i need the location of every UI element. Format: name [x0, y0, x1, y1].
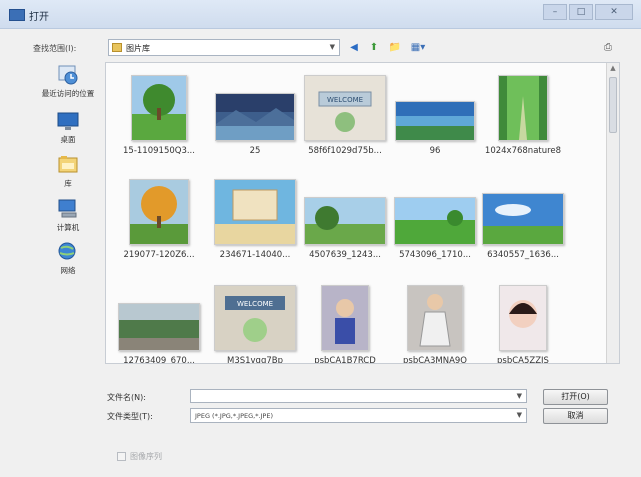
place-desktop[interactable]: 桌面: [33, 110, 103, 145]
scrollbar-thumb[interactable]: [609, 77, 617, 133]
svg-text:WELCOME: WELCOME: [237, 300, 273, 308]
file-item[interactable]: psbCA5ZZJS: [474, 277, 572, 364]
place-label: 最近访问的位置: [41, 89, 95, 98]
window-title: 打开: [29, 12, 49, 23]
file-thumbnail: [394, 197, 476, 245]
svg-text:WELCOME: WELCOME: [327, 96, 363, 104]
file-item[interactable]: 219077-120Z6...: [110, 171, 208, 267]
file-thumbnail: [214, 179, 296, 245]
new-folder-button[interactable]: 📁: [386, 40, 404, 56]
file-name: 15-1109150Q3...: [123, 146, 195, 156]
file-item[interactable]: 4507639_1243...: [296, 171, 394, 267]
up-folder-button[interactable]: ⬆: [366, 40, 382, 56]
scroll-up-icon[interactable]: ▲: [608, 64, 618, 74]
file-name: 1024x768nature8: [484, 146, 562, 156]
file-thumbnail: [129, 179, 189, 245]
title-bar: 打开 – □ ✕: [0, 0, 641, 29]
file-item[interactable]: 234671-14040...: [206, 171, 304, 267]
image-sequence-label: 图像序列: [130, 452, 162, 461]
window-controls: – □ ✕: [543, 4, 633, 22]
file-item[interactable]: 12763409_670...: [110, 277, 208, 364]
place-network[interactable]: 网络: [33, 241, 103, 276]
file-item[interactable]: 96: [386, 67, 484, 163]
file-thumbnail: WELCOME: [214, 285, 296, 351]
vertical-scrollbar[interactable]: ▲: [606, 63, 619, 363]
file-name: 6340557_1636...: [487, 250, 559, 260]
open-button[interactable]: 打开(O): [543, 389, 608, 405]
file-item[interactable]: psbCA1B7RCD: [296, 277, 394, 364]
place-label: 桌面: [60, 135, 76, 144]
file-thumbnail: [215, 93, 295, 141]
extra-toolbar-button[interactable]: ⎙: [600, 40, 616, 56]
folder-icon: [112, 43, 122, 52]
filetype-label: 文件类型(T):: [107, 412, 153, 421]
file-name: 25: [249, 146, 261, 156]
file-name: psbCA3MNA9O: [403, 356, 467, 364]
file-item[interactable]: 25: [206, 67, 304, 163]
file-thumbnail: WELCOME: [304, 75, 386, 141]
close-button[interactable]: ✕: [595, 4, 633, 20]
computer-icon: [56, 198, 80, 220]
place-label: 库: [64, 179, 72, 188]
place-libraries[interactable]: 库: [33, 154, 103, 189]
look-in-label: 查找范围(I):: [33, 44, 77, 53]
place-recent[interactable]: 最近访问的位置: [33, 64, 103, 99]
file-name: psbCA1B7RCD: [314, 356, 376, 364]
open-dialog: 打开 – □ ✕ 查找范围(I): 图片库 ▼ ◀ ⬆ 📁 ▦▾ ⎙ 最近访问的…: [0, 0, 641, 477]
desktop-icon: [56, 110, 80, 132]
maximize-button[interactable]: □: [569, 4, 593, 20]
file-thumbnail: [131, 75, 187, 141]
chevron-down-icon[interactable]: ▼: [517, 392, 522, 400]
file-thumbnail: [118, 303, 200, 351]
back-button[interactable]: ◀: [346, 40, 362, 56]
filetype-value: JPEG (*.JPG,*.JPEG,*.JPE): [195, 412, 273, 420]
file-thumbnail: [499, 285, 547, 351]
places-bar: 最近访问的位置 桌面 库 计算机 网络: [33, 58, 103, 288]
filetype-select[interactable]: JPEG (*.JPG,*.JPEG,*.JPE) ▼: [190, 408, 527, 423]
file-list-pane[interactable]: 15-1109150Q3... 25 WELCOME 58f6f1029d75b...…: [105, 62, 620, 364]
chevron-down-icon: ▼: [329, 43, 335, 51]
file-name: 234671-14040...: [219, 250, 291, 260]
file-name: psbCA5ZZJS: [497, 356, 549, 364]
libraries-icon: [56, 154, 80, 176]
file-name: 219077-120Z6...: [123, 250, 195, 260]
filename-label: 文件名(N):: [107, 393, 146, 402]
app-icon: [9, 9, 25, 21]
recent-places-icon: [56, 64, 80, 86]
file-name: M3S1vgg7Bp: [226, 356, 283, 364]
place-label: 网络: [60, 266, 76, 275]
filename-input[interactable]: ▼: [190, 389, 527, 403]
view-menu-button[interactable]: ▦▾: [406, 40, 430, 56]
place-label: 计算机: [56, 223, 80, 232]
file-name: 4507639_1243...: [309, 250, 381, 260]
file-thumbnail: [498, 75, 548, 141]
look-in-value: 图片库: [126, 44, 150, 53]
place-computer[interactable]: 计算机: [33, 198, 103, 233]
file-item[interactable]: 15-1109150Q3...: [110, 67, 208, 163]
file-item[interactable]: 5743096_1710...: [386, 171, 484, 267]
file-thumbnail: [482, 193, 564, 245]
file-name: 58f6f1029d75b...: [308, 146, 382, 156]
file-name: 12763409_670...: [123, 356, 195, 364]
file-thumbnail: [321, 285, 369, 351]
file-item[interactable]: 1024x768nature8: [474, 67, 572, 163]
file-thumbnail: [395, 101, 475, 141]
file-item[interactable]: psbCA3MNA9O: [386, 277, 484, 364]
file-thumbnail: [304, 197, 386, 245]
file-name: 5743096_1710...: [399, 250, 471, 260]
file-name: 96: [429, 146, 441, 156]
minimize-button[interactable]: –: [543, 4, 567, 20]
network-icon: [56, 241, 80, 263]
look-in-combo[interactable]: 图片库 ▼: [108, 39, 340, 56]
file-item[interactable]: WELCOME M3S1vgg7Bp: [206, 277, 304, 364]
image-sequence-checkbox[interactable]: [117, 452, 126, 461]
cancel-button[interactable]: 取消: [543, 408, 608, 424]
file-item[interactable]: WELCOME 58f6f1029d75b...: [296, 67, 394, 163]
file-thumbnail: [407, 285, 463, 351]
file-item[interactable]: 6340557_1636...: [474, 171, 572, 267]
chevron-down-icon[interactable]: ▼: [517, 411, 522, 419]
